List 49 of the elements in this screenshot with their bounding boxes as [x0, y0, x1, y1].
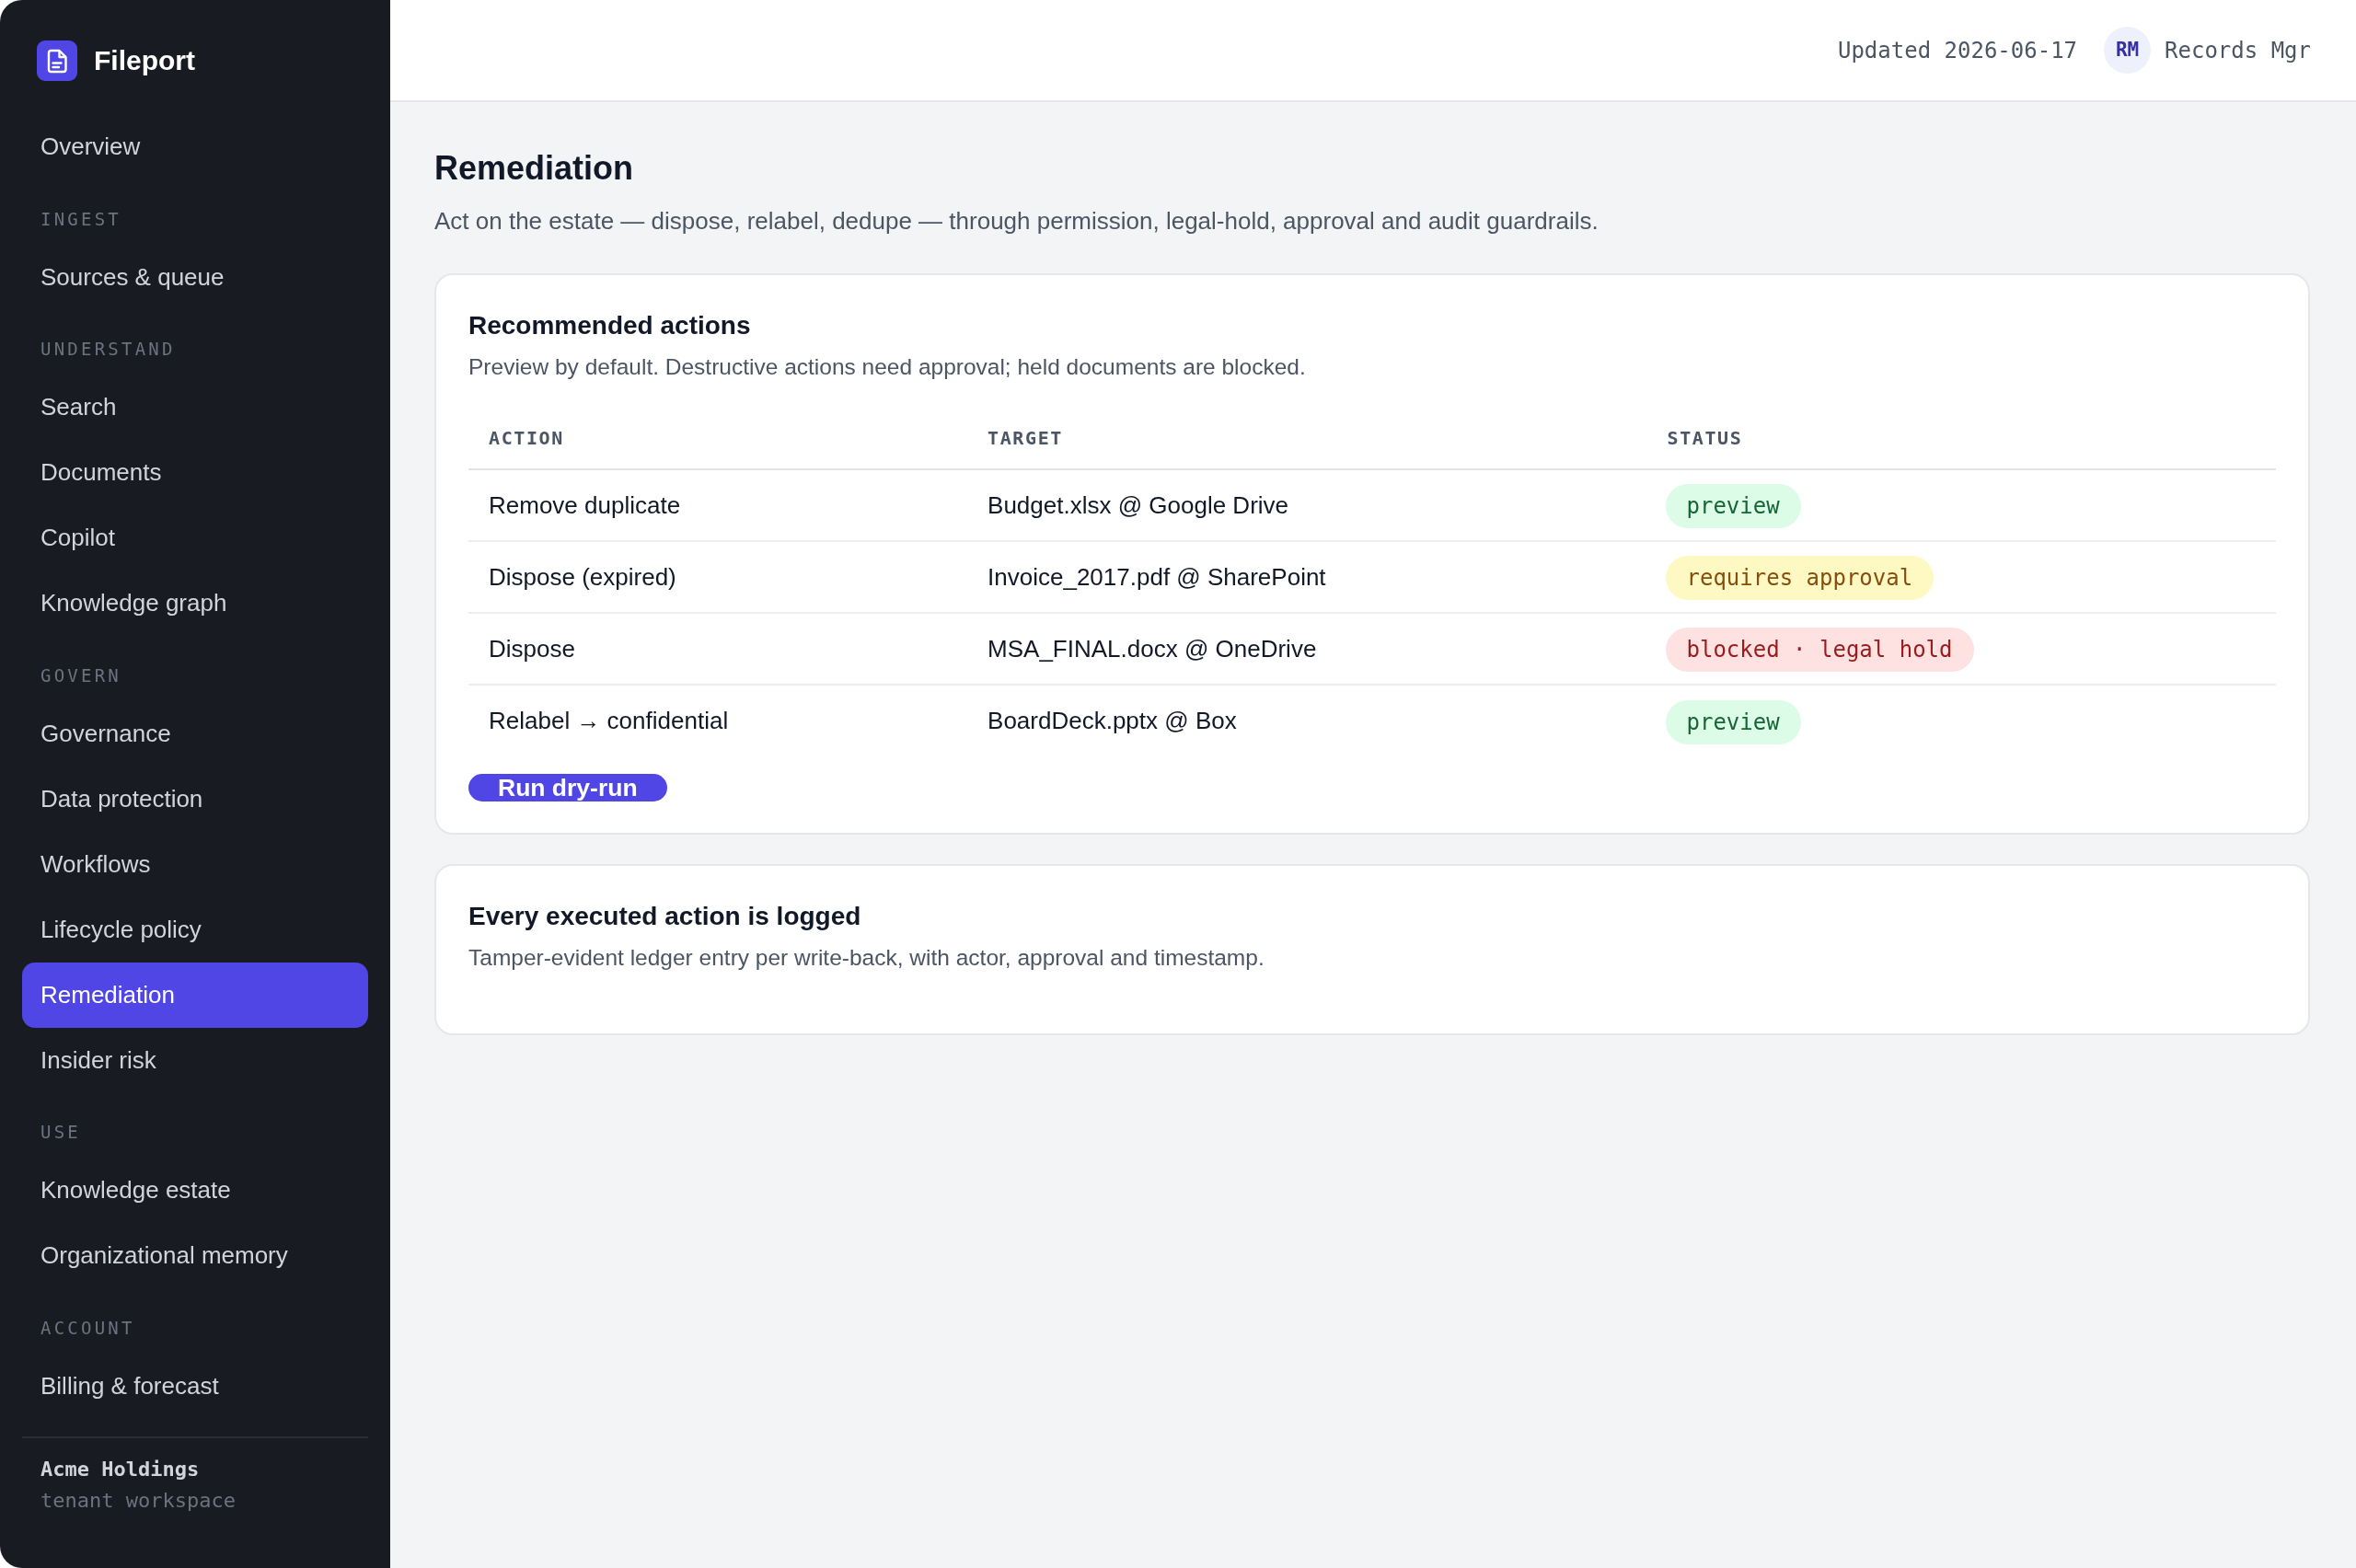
status-badge: preview: [1665, 484, 1801, 529]
nav-link[interactable]: Workflows: [22, 831, 368, 897]
section-heading: UNDERSTAND: [40, 338, 177, 360]
nav-link[interactable]: Data protection: [22, 766, 368, 832]
column-header: ACTION: [468, 408, 968, 469]
dry-run-button[interactable]: Run dry-run: [468, 773, 667, 801]
nav-link[interactable]: Governance: [22, 700, 368, 767]
nav-link[interactable]: Sources & queue: [22, 244, 368, 310]
nav-link[interactable]: Knowledge graph: [22, 571, 368, 636]
table-cell: Invoice_2017.pdf @ SharePoint: [967, 541, 1647, 614]
column-header: TARGET: [967, 408, 1647, 469]
user-name: Records Mgr: [2165, 36, 2311, 64]
nav-link[interactable]: Billing & forecast: [22, 1353, 368, 1419]
card-description: Preview by default. Destructive actions need approval; held documents are blocked.: [468, 353, 1307, 381]
updated-date: Updated 2026-06-17: [1837, 36, 2078, 64]
status-badge: requires approval: [1665, 556, 1934, 601]
status-badge: preview: [1665, 699, 1801, 744]
nav-link[interactable]: Documents: [22, 440, 368, 505]
section-heading: GOVERN: [40, 663, 122, 686]
table-cell: MSA_FINAL.docx @ OneDrive: [967, 613, 1647, 686]
brand-name: Fileport: [94, 44, 195, 77]
section-heading: INGEST: [40, 207, 122, 230]
section-heading: USE: [40, 1121, 82, 1143]
nav-link[interactable]: Copilot: [22, 505, 368, 571]
section-heading: ACCOUNT: [40, 1316, 136, 1339]
nav-link[interactable]: Organizational memory: [22, 1223, 368, 1288]
nav-link[interactable]: Overview: [22, 114, 368, 179]
user-avatar: RM: [2104, 27, 2152, 74]
workspace-label: tenant workspace: [40, 1487, 237, 1514]
card-title: Every executed action is logged: [468, 900, 862, 932]
column-header: STATUS: [1646, 408, 2276, 469]
table-cell: Remove duplicate: [468, 469, 968, 542]
nav-link[interactable]: Search: [22, 375, 368, 440]
table-cell: Dispose: [468, 613, 968, 686]
organization-name: Acme Holdings: [40, 1456, 201, 1482]
table-cell: Relabel → confidential: [468, 685, 968, 756]
nav-link[interactable]: Remediation: [22, 962, 368, 1028]
nav-link[interactable]: Insider risk: [22, 1027, 368, 1093]
nav-link[interactable]: Lifecycle policy: [22, 896, 368, 963]
card-description: Tamper-evident ledger entry per write-back, with actor, approval and timestamp.: [468, 943, 1265, 972]
table-cell: BoardDeck.pptx @ Box: [967, 685, 1647, 756]
nav-link[interactable]: Knowledge estate: [22, 1158, 368, 1223]
status-badge: blocked · legal hold: [1665, 628, 1974, 673]
card-title: Recommended actions: [468, 310, 752, 341]
table-cell: Budget.xlsx @ Google Drive: [967, 469, 1647, 542]
document-icon: [37, 40, 77, 81]
page-title: Remediation: [434, 148, 635, 189]
table-cell: Dispose (expired): [468, 541, 968, 614]
page-description: Act on the estate — dispose, relabel, dedupe — through permission, legal-hold, approval and audit guardrails.: [434, 206, 1600, 236]
